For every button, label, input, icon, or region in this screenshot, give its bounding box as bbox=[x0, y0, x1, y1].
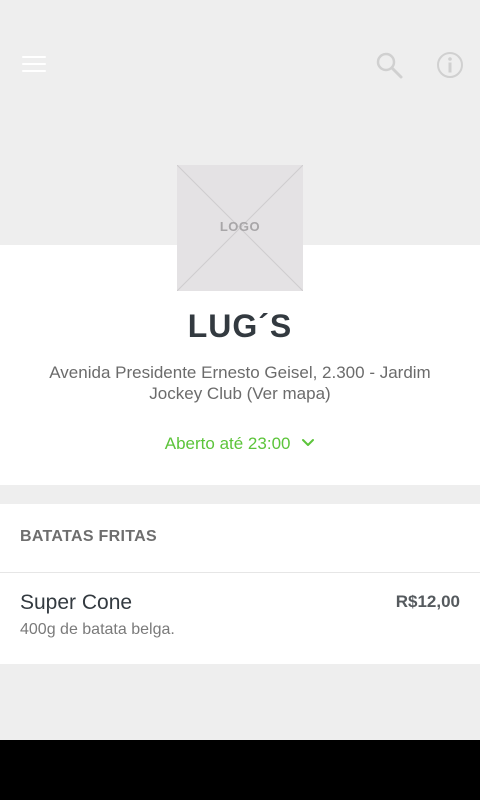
search-icon[interactable] bbox=[374, 50, 406, 82]
store-name: LUG´S bbox=[187, 308, 293, 344]
opening-hours-toggle[interactable]: Aberto até 23:00 bbox=[0, 434, 480, 454]
menu-section: BATATAS FRITAS Super Cone 400g de batata… bbox=[0, 504, 480, 664]
store-address[interactable]: Avenida Presidente Ernesto Geisel, 2.300… bbox=[40, 362, 440, 404]
section-title: BATATAS FRITAS bbox=[20, 528, 157, 545]
menu-item-price: R$12,00 bbox=[395, 592, 460, 611]
chevron-down-icon bbox=[301, 435, 315, 449]
menu-item[interactable]: Super Cone 400g de batata belga. R$12,00 bbox=[0, 573, 480, 664]
hamburger-menu-icon[interactable] bbox=[22, 54, 48, 76]
system-navigation-bar bbox=[0, 740, 480, 800]
logo-placeholder-text: LOGO bbox=[219, 219, 261, 234]
opening-hours-text: Aberto até 23:00 bbox=[164, 434, 291, 453]
store-logo: LOGO bbox=[177, 165, 303, 291]
info-icon[interactable] bbox=[434, 49, 466, 81]
menu-item-description: 400g de batata belga. bbox=[20, 621, 175, 638]
menu-item-name: Super Cone bbox=[20, 591, 133, 614]
